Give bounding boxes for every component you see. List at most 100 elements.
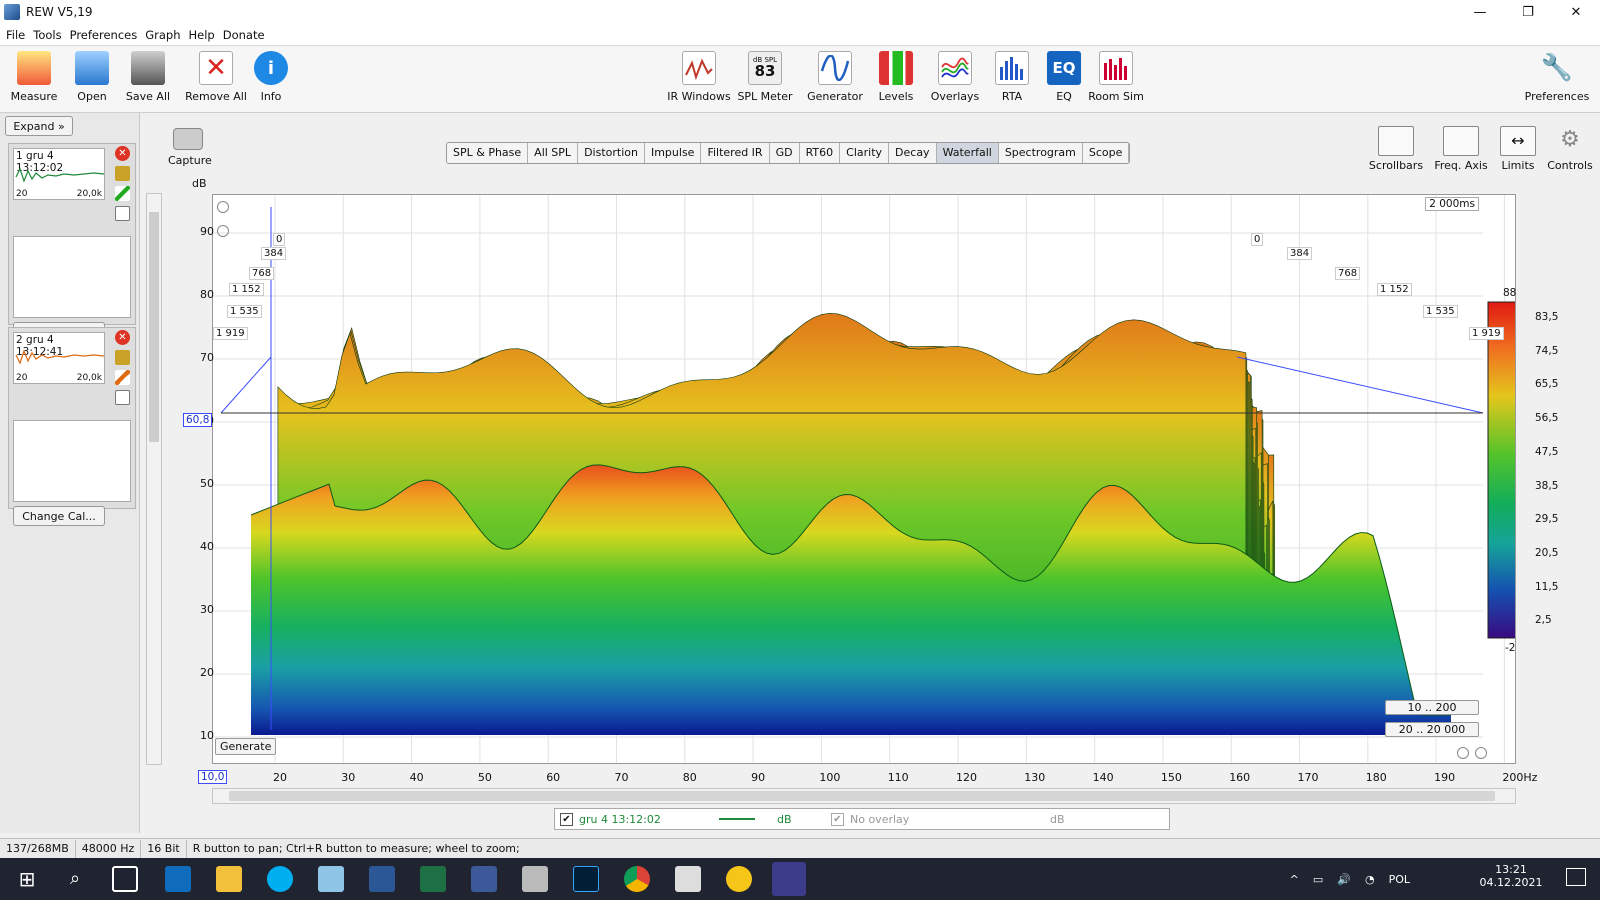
outlook-icon[interactable] [165,866,191,892]
remove-measurement-icon[interactable]: ✕ [115,330,130,345]
tab-impulse[interactable]: Impulse [644,143,702,163]
measurement-notes[interactable] [13,236,131,318]
menu-donate[interactable]: Donate [223,28,265,42]
tab-spectrogram[interactable]: Spectrogram [998,143,1083,163]
scroll-thumb[interactable] [229,791,1495,801]
notes-icon[interactable] [115,206,130,221]
skype-icon[interactable] [267,866,293,892]
notifications-icon[interactable] [1566,868,1586,886]
sine-wave-icon [818,51,852,85]
zoom-in-icon[interactable] [217,201,229,213]
zoom-out-icon[interactable] [217,225,229,237]
pen-icon[interactable] [115,370,130,385]
scrollbars-button[interactable]: Scrollbars [1366,126,1426,172]
legend-checkbox[interactable]: ✔ [560,812,573,826]
spl-meter-button[interactable]: dB SPL 83 SPL Meter [734,51,796,103]
measure-button[interactable]: Measure [3,51,65,103]
photoshop-icon[interactable] [573,866,599,892]
tab-distortion[interactable]: Distortion [578,143,645,163]
waterfall-plot[interactable] [213,195,1533,763]
waterfall-graph[interactable]: 2 000ms Generate 10 .. 200 20 .. 20 000 … [212,194,1558,764]
wifi-icon[interactable]: ◔ [1365,873,1375,886]
word-icon[interactable] [369,866,395,892]
time-tick-label: 1 152 [1377,283,1412,296]
windows-start-icon[interactable]: ⊞ [14,866,40,892]
chrome-icon[interactable] [624,866,650,892]
rew-taskbar-icon[interactable] [772,862,806,896]
save-all-button[interactable]: Save All [117,51,179,103]
calculator-icon[interactable] [522,866,548,892]
excel-icon[interactable] [420,866,446,892]
scroll-thumb[interactable] [149,212,159,442]
tab-clarity[interactable]: Clarity [840,143,890,163]
search-icon[interactable]: ⌕ [62,866,88,892]
preferences-button[interactable]: 🔧 Preferences [1522,51,1592,103]
overlays-button[interactable]: Overlays [924,51,986,103]
measurement-thumbnail[interactable]: 2 gru 4 13:12:41 20 20,0k [13,332,105,384]
tab-gd[interactable]: GD [769,143,800,163]
time-tick-label: 384 [261,247,287,260]
file-explorer-icon[interactable] [216,866,242,892]
color-scale-label: 20,5 [1535,546,1559,559]
tab-waterfall[interactable]: Waterfall [936,143,999,163]
tab-filtered-ir[interactable]: Filtered IR [701,143,770,163]
edit-icon[interactable] [115,166,130,181]
overlay-checkbox[interactable]: ✔ [831,812,844,826]
tab-all-spl[interactable]: All SPL [528,143,579,163]
time-tick-label: 1 152 [229,283,264,296]
remove-measurement-icon[interactable]: ✕ [115,146,130,161]
limits-button[interactable]: ↔ Limits [1488,126,1548,172]
minimize-button[interactable]: — [1456,0,1504,24]
menu-preferences[interactable]: Preferences [70,28,138,42]
pen-icon[interactable] [115,186,130,201]
zoom-out-x-icon[interactable] [1475,747,1487,759]
controls-button[interactable]: ⚙ Controls [1540,126,1600,172]
measurement-thumbnail[interactable]: 1 gru 4 13:12:02 20 20,0k [13,148,105,200]
menu-file[interactable]: File [6,28,25,42]
chevron-up-icon[interactable]: ^ [1290,873,1299,886]
graph-scrollbar[interactable] [212,788,1516,804]
tab-rt60[interactable]: RT60 [799,143,841,163]
legend-strip: ✔ gru 4 13:12:02 dB ✔ No overlay dB [554,808,1170,830]
room-sim-button[interactable]: Room Sim [1085,51,1147,103]
menu-graph[interactable]: Graph [145,28,180,42]
floppy-icon[interactable] [471,866,497,892]
battery-icon[interactable]: ▭ [1313,873,1323,886]
freq-axis-button[interactable]: Freq. Axis [1431,126,1491,172]
tab-scope[interactable]: Scope [1082,143,1130,163]
freq-range-button[interactable]: 20 .. 20 000 [1385,722,1479,737]
ir-windows-button[interactable]: IR Windows [667,51,731,103]
language-indicator[interactable]: POL [1389,873,1410,886]
info-button[interactable]: i Info [240,51,302,103]
app-icon[interactable] [318,866,344,892]
tab-spl-phase[interactable]: SPL & Phase [447,143,529,163]
measurement-notes[interactable] [13,420,131,502]
menu-bar: File Tools Preferences Graph Help Donate [0,24,1600,46]
capture-button[interactable]: Capture [168,128,212,167]
generate-button[interactable]: Generate [215,738,277,755]
task-view-icon[interactable] [112,866,138,892]
y-tick-label: 40 [200,540,214,553]
expand-button[interactable]: Expand » [5,116,73,136]
maximize-button[interactable]: ❐ [1504,0,1552,24]
menu-help[interactable]: Help [189,28,215,42]
time-range-button[interactable]: 10 .. 200 [1385,700,1479,715]
app-icon[interactable] [726,866,752,892]
zoom-in-x-icon[interactable] [1457,747,1469,759]
generator-button[interactable]: Generator [804,51,866,103]
measurement-card-1[interactable]: 1 gru 4 13:12:02 20 20,0k ✕ Change Cal..… [8,143,136,342]
menu-tools[interactable]: Tools [33,28,61,42]
edit-icon[interactable] [115,350,130,365]
tab-decay[interactable]: Decay [889,143,937,163]
panel-scrollbar[interactable] [146,193,162,765]
notes-icon[interactable] [115,390,130,405]
close-button[interactable]: ✕ [1552,0,1600,24]
levels-button[interactable]: Levels [865,51,927,103]
volume-icon[interactable]: 🔊 [1337,873,1351,886]
clock[interactable]: 13:21 04.12.2021 [1476,863,1546,889]
app-icon[interactable] [675,866,701,892]
remove-all-button[interactable]: ✕ Remove All [185,51,247,103]
measurement-card-2[interactable]: 2 gru 4 13:12:41 20 20,0k ✕ Change Cal..… [8,327,136,526]
open-button[interactable]: Open [61,51,123,103]
change-cal-button-2[interactable]: Change Cal... [13,506,105,526]
